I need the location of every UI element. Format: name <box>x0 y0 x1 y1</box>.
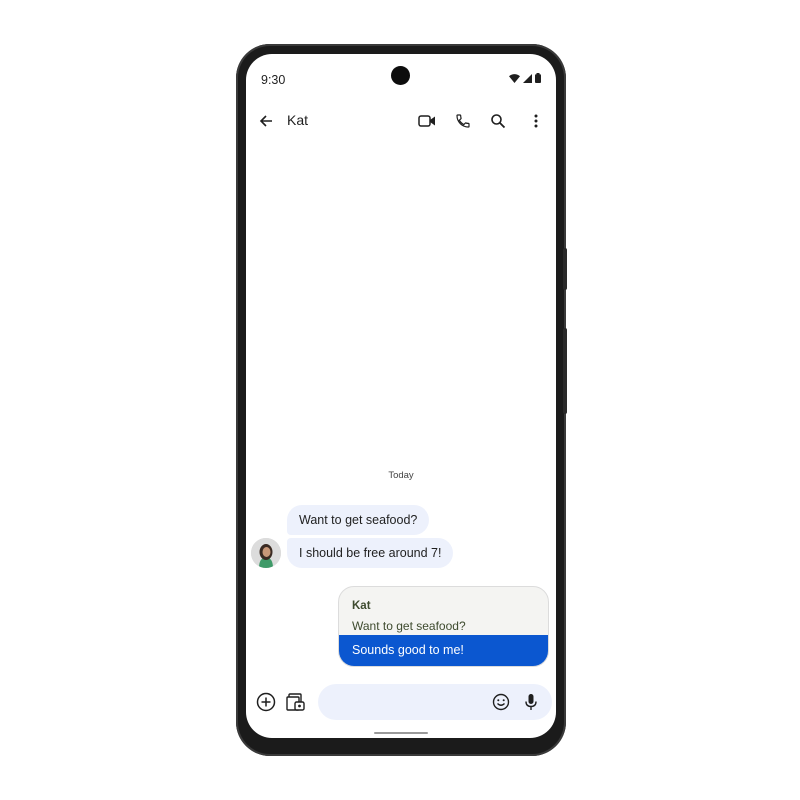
search-button[interactable] <box>486 109 510 133</box>
attach-button[interactable] <box>254 690 278 714</box>
outgoing-reply-message[interactable]: Kat Want to get seafood? Sounds good to … <box>338 586 549 667</box>
app-bar: Kat <box>246 106 556 138</box>
quoted-text: Want to get seafood? <box>352 619 466 633</box>
status-icons <box>509 73 541 83</box>
mic-icon <box>525 694 537 710</box>
date-divider: Today <box>388 470 414 481</box>
search-icon <box>491 114 506 129</box>
video-call-button[interactable] <box>415 109 439 133</box>
message-input[interactable] <box>318 684 552 720</box>
gallery-icon <box>286 693 305 711</box>
front-camera <box>391 66 410 85</box>
incoming-message[interactable]: Want to get seafood? <box>287 505 430 535</box>
power-button <box>563 248 567 290</box>
phone-icon <box>456 114 470 128</box>
screen: 9:30 Kat Today Want to get seafood? I sh… <box>246 54 556 738</box>
avatar-image <box>251 538 281 568</box>
voice-input-button[interactable] <box>519 690 543 714</box>
conversation-title: Kat <box>287 112 309 128</box>
contact-avatar[interactable] <box>251 538 281 568</box>
volume-button <box>563 328 567 414</box>
emoji-button[interactable] <box>489 690 513 714</box>
video-call-icon <box>418 115 435 127</box>
back-button[interactable] <box>254 109 278 133</box>
add-circle-icon <box>256 692 276 712</box>
incoming-message[interactable]: I should be free around 7! <box>287 538 454 568</box>
wifi-icon <box>509 73 520 83</box>
status-bar: 9:30 <box>246 54 556 94</box>
phone-call-button[interactable] <box>451 109 475 133</box>
signal-icon <box>523 73 532 83</box>
status-time: 9:30 <box>261 73 286 87</box>
gesture-handle[interactable] <box>374 732 428 734</box>
more-vert-icon <box>534 114 538 128</box>
battery-icon <box>535 73 541 83</box>
emoji-icon <box>492 693 510 711</box>
outgoing-message-text: Sounds good to me! <box>339 635 548 666</box>
more-options-button[interactable] <box>524 109 548 133</box>
arrow-left-icon <box>259 115 272 127</box>
gallery-button[interactable] <box>284 690 308 714</box>
composer-bar <box>246 682 556 722</box>
quoted-sender: Kat <box>352 600 371 612</box>
